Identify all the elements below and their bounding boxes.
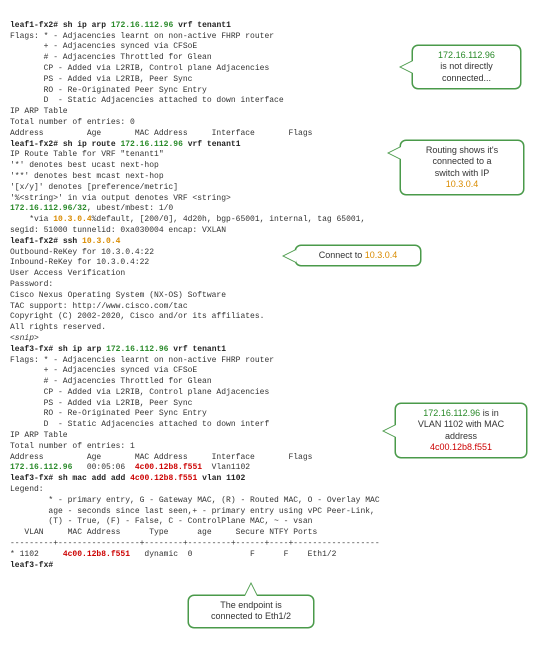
callout-text: 172.16.112.96	[438, 50, 495, 60]
mac-dash: ---------+-----------------+--------+---…	[10, 539, 380, 548]
prompt: leaf3-fx#	[10, 561, 53, 570]
arp-cols: Address Age MAC Address Interface Flags	[10, 129, 312, 138]
cmd-sh-ip-arp: sh ip arp	[63, 21, 106, 30]
uav: User Access Verification	[10, 269, 125, 278]
route-via-pre: *via	[10, 215, 53, 224]
rights: All rights reserved.	[10, 323, 106, 332]
arp-row-if: Vlan1102	[202, 463, 250, 472]
prompt: leaf3-fx#	[10, 474, 53, 483]
flag-line: Flags: * - Adjacencies learnt on non-act…	[10, 32, 274, 41]
cmd-vrf: vrf tenant1	[178, 21, 231, 30]
cmd-sh-ip-arp: sh ip arp	[58, 345, 101, 354]
mac-address: 4c00.12b8.f551	[135, 463, 202, 472]
callout-text: connected...	[442, 73, 491, 83]
arp-entries: Total number of entries: 0	[10, 118, 135, 127]
callout-text: The endpoint is	[220, 600, 282, 610]
ip-target: 172.16.112.96	[106, 345, 168, 354]
arp-cols: Address Age MAC Address Interface Flags	[10, 453, 312, 462]
callout-text: 172.16.112.96	[423, 408, 480, 418]
callout-text: switch with IP	[435, 168, 490, 178]
route-note: '*' denotes best ucast next-hop	[10, 161, 159, 170]
mac-legend-line: * - primary entry, G - Gateway MAC, (R) …	[10, 496, 380, 505]
mac-legend: Legend:	[10, 485, 44, 494]
callout-text: VLAN 1102 with MAC	[418, 419, 504, 429]
copyright: Copyright (C) 2002-2020, Cisco and/or it…	[10, 312, 264, 321]
mac-cols: VLAN MAC Address Type age Secure NTFY Po…	[10, 528, 317, 537]
flag-line: # - Adjacencies Throttled for Glean	[10, 53, 212, 62]
ssh-out: Outbound-ReKey for 10.3.0.4:22	[10, 248, 154, 257]
flag-line: PS - Added via L2RIB, Peer Sync	[10, 399, 192, 408]
ip-target-mask: 172.16.112.96/32	[10, 204, 87, 213]
callout-text: 10.3.0.4	[365, 250, 398, 260]
flag-line: CP - Added via L2RIB, Control plane Adja…	[10, 64, 269, 73]
flag-line: RO - Re-Originated Peer Sync Entry	[10, 86, 207, 95]
nxos-banner: Cisco Nexus Operating System (NX-OS) Sof…	[10, 291, 226, 300]
mac-legend-line: age - seconds since last seen,+ - primar…	[10, 507, 375, 516]
ip-target: 172.16.112.96	[120, 140, 182, 149]
flag-line: # - Adjacencies Throttled for Glean	[10, 377, 212, 386]
arp-row-age: 00:05:06	[72, 463, 134, 472]
cmd-vrf: vrf tenant1	[188, 140, 241, 149]
ip-nexthop: 10.3.0.4	[82, 237, 120, 246]
flag-line: + - Adjacencies synced via CFSoE	[10, 366, 197, 375]
tac-banner: TAC support: http://www.cisco.com/tac	[10, 302, 188, 311]
terminal-output: leaf1-fx2# sh ip arp 172.16.112.96 vrf t…	[10, 10, 532, 571]
callout-endpoint: The endpoint is connected to Eth1/2	[188, 595, 314, 628]
callout-text: connected to a	[432, 156, 491, 166]
ip-nexthop: 10.3.0.4	[53, 215, 91, 224]
cmd-ssh: ssh	[63, 237, 77, 246]
cmd-sh-ip-route: sh ip route	[63, 140, 116, 149]
callout-vlan-mac: 172.16.112.96 is in VLAN 1102 with MAC a…	[395, 403, 527, 458]
callout-text: connected to Eth1/2	[211, 611, 291, 621]
callout-not-connected: 172.16.112.96 is not directly connected.…	[412, 45, 521, 89]
flag-line: D - Static Adjacencies attached to down …	[10, 420, 269, 429]
route-ubest: , ubest/mbest: 1/0	[87, 204, 173, 213]
route-note: '**' denotes best mcast next-hop	[10, 172, 164, 181]
arp-entries: Total number of entries: 1	[10, 442, 135, 451]
prompt: leaf3-fx#	[10, 345, 53, 354]
route-note: '[x/y]' denotes [preference/metric]	[10, 183, 178, 192]
snip: <snip>	[10, 334, 39, 343]
flag-line: RO - Re-Originated Peer Sync Entry	[10, 409, 207, 418]
cmd-sh-mac: sh mac add add	[58, 474, 125, 483]
route-segid: segid: 51000 tunnelid: 0xa030004 encap: …	[10, 226, 226, 235]
prompt: leaf1-fx2#	[10, 237, 58, 246]
arp-table-title: IP ARP Table	[10, 107, 68, 116]
ip-target: 172.16.112.96	[111, 21, 173, 30]
cmd-vlan: vlan 1102	[202, 474, 245, 483]
flag-line: Flags: * - Adjacencies learnt on non-act…	[10, 356, 274, 365]
mac-address: 4c00.12b8.f551	[63, 550, 130, 559]
cmd-vrf: vrf tenant1	[173, 345, 226, 354]
callout-text: Routing shows it's	[426, 145, 498, 155]
password-prompt: Password:	[10, 280, 53, 289]
route-via-post: %default, [200/0], 4d20h, bgp-65001, int…	[92, 215, 366, 224]
callout-text: 10.3.0.4	[446, 179, 479, 189]
flag-line: PS - Added via L2RIB, Peer Sync	[10, 75, 192, 84]
callout-connect: Connect to 10.3.0.4	[295, 245, 421, 266]
callout-text: 4c00.12b8.f551	[430, 442, 492, 452]
flag-line: CP - Added via L2RIB, Control plane Adja…	[10, 388, 269, 397]
mac-row-post: dynamic 0 F F Eth1/2	[130, 550, 336, 559]
flag-line: D - Static Adjacencies attached to down …	[10, 96, 284, 105]
mac-row-pre: * 1102	[10, 550, 63, 559]
ssh-in: Inbound-ReKey for 10.3.0.4:22	[10, 258, 149, 267]
ip-target: 172.16.112.96	[10, 463, 72, 472]
flag-line: + - Adjacencies synced via CFSoE	[10, 42, 197, 51]
callout-text: address	[445, 431, 477, 441]
arp-table-title: IP ARP Table	[10, 431, 68, 440]
mac-address: 4c00.12b8.f551	[130, 474, 197, 483]
mac-legend-line: (T) - True, (F) - False, C - ControlPlan…	[10, 517, 312, 526]
prompt: leaf1-fx2#	[10, 140, 58, 149]
callout-text: Connect to	[319, 250, 365, 260]
route-title: IP Route Table for VRF "tenant1"	[10, 150, 164, 159]
prompt: leaf1-fx2#	[10, 21, 58, 30]
callout-text: is not directly	[440, 61, 493, 71]
route-note: '%<string>' in via output denotes VRF <s…	[10, 194, 231, 203]
callout-routing: Routing shows it's connected to a switch…	[400, 140, 524, 195]
callout-text: is in	[480, 408, 499, 418]
